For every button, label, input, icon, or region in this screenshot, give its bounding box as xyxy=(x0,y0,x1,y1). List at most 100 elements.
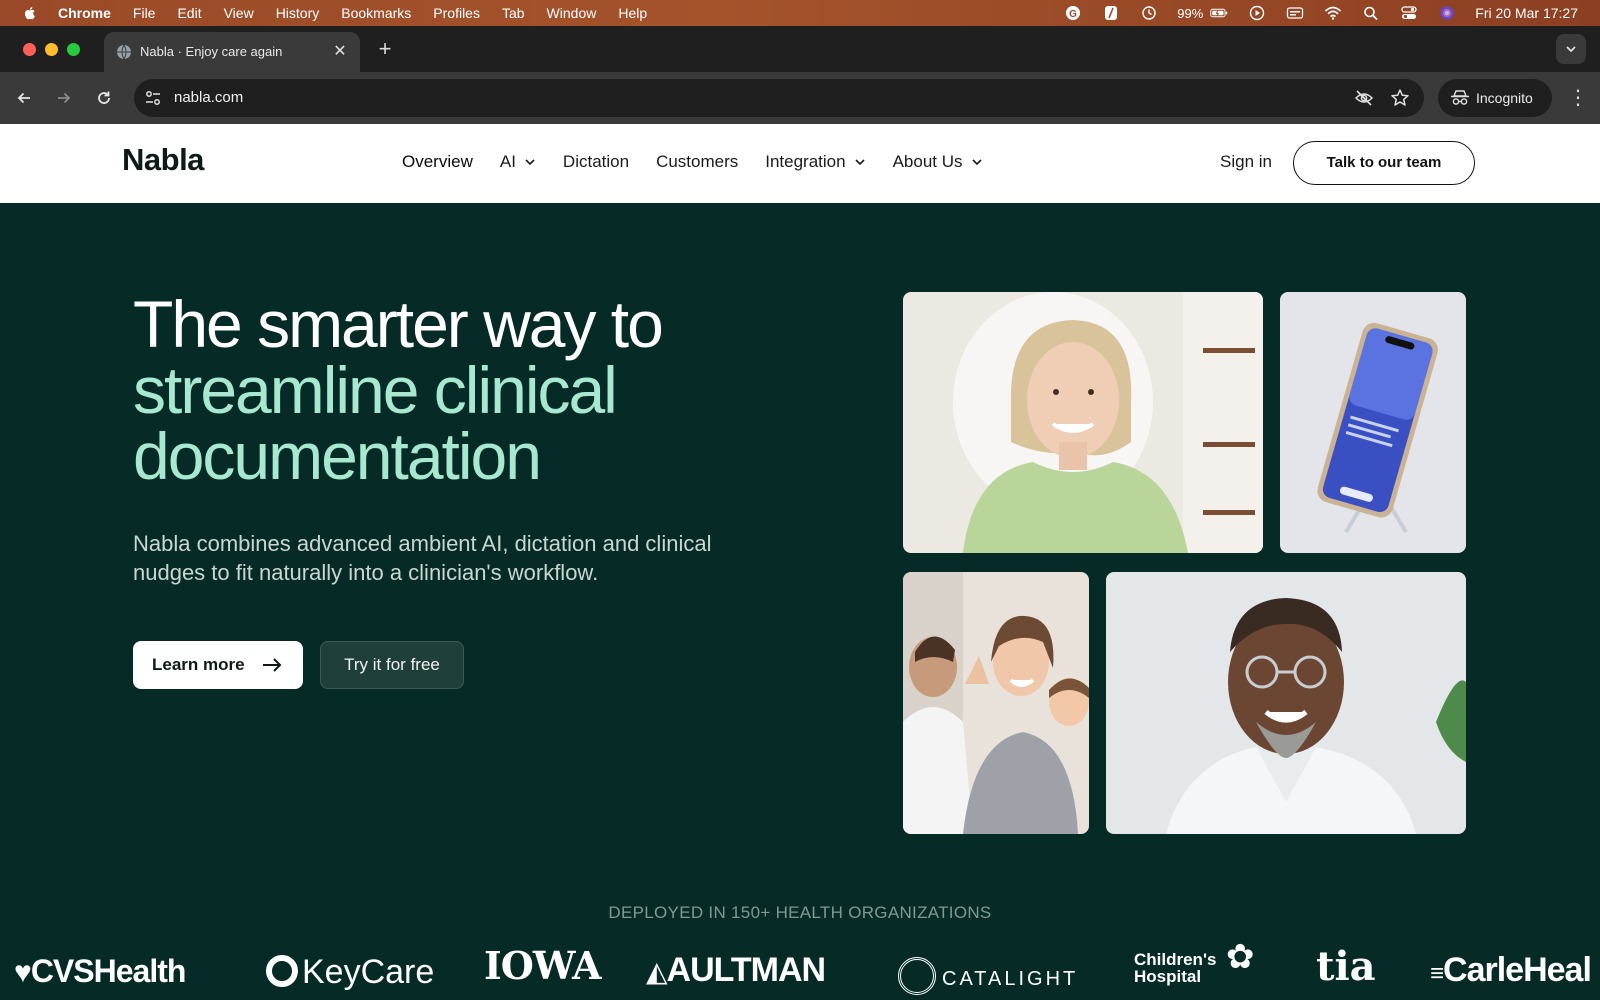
feather-app-icon[interactable] xyxy=(1101,4,1121,22)
sign-in-link[interactable]: Sign in xyxy=(1220,152,1272,172)
hero-subheadline: Nabla combines advanced ambient AI, dict… xyxy=(133,531,712,585)
nav-about[interactable]: About Us xyxy=(893,152,983,172)
nabla-logo[interactable]: Nabla xyxy=(122,142,204,178)
nav-customers-label: Customers xyxy=(656,152,739,171)
menu-help[interactable]: Help xyxy=(618,5,647,21)
new-tab-button[interactable]: + xyxy=(374,38,396,60)
menubar-clock[interactable]: Fri 20 Mar 17:27 xyxy=(1475,5,1578,21)
childrens-logo-line-1: Children's xyxy=(1134,950,1217,969)
talk-to-team-button[interactable]: Talk to our team xyxy=(1293,141,1475,185)
aultman-logo-text: AULTMAN xyxy=(666,951,827,989)
heart-icon: ♥ xyxy=(14,956,32,989)
iowa-logo: IOWA xyxy=(484,943,602,988)
grammarly-icon[interactable]: G xyxy=(1063,4,1083,22)
nav-customers[interactable]: Customers xyxy=(656,152,738,172)
media-play-icon[interactable] xyxy=(1247,4,1267,22)
nav-ai[interactable]: AI xyxy=(500,152,536,172)
arrow-left-icon xyxy=(17,92,30,104)
browser-tab-strip: Nabla · Enjoy care again ✕ + xyxy=(0,26,1600,72)
photo-family-high-five xyxy=(903,572,1089,834)
tab-title: Nabla · Enjoy care again xyxy=(140,44,283,59)
browser-tab-active[interactable]: Nabla · Enjoy care again ✕ xyxy=(104,32,360,72)
try-for-free-button[interactable]: Try it for free xyxy=(320,641,464,689)
carle-health-logo-text: CarleHeal xyxy=(1443,951,1592,989)
menu-file[interactable]: File xyxy=(133,5,156,21)
chevron-down-icon xyxy=(971,159,982,166)
forward-button[interactable] xyxy=(52,86,76,110)
reload-icon xyxy=(98,91,110,104)
childrens-logo-line-2: Hospital xyxy=(1134,967,1202,986)
carle-health-logo: ≡CarleHeal xyxy=(1430,951,1592,990)
menubar-status-area: G 99% Fri 20 Mar 17:27 xyxy=(1045,0,1600,26)
time-machine-icon[interactable] xyxy=(1139,4,1159,22)
catalight-logo-text: CATALIGHT xyxy=(942,968,1079,990)
nav-about-label: About Us xyxy=(892,152,963,171)
battery-icon[interactable] xyxy=(1209,4,1229,22)
window-minimize-button[interactable] xyxy=(45,43,58,56)
address-bar[interactable]: nabla.com xyxy=(134,79,1424,117)
chevron-down-icon xyxy=(525,159,535,166)
reload-button[interactable] xyxy=(92,86,116,110)
nav-dictation-label: Dictation xyxy=(562,152,630,171)
aultman-logo: ◭AULTMAN xyxy=(646,951,827,990)
site-info-icon[interactable] xyxy=(144,89,162,107)
nav-dictation[interactable]: Dictation xyxy=(563,152,629,172)
menu-tab[interactable]: Tab xyxy=(502,5,525,21)
chevron-down-icon xyxy=(1566,46,1576,53)
catalight-logo: CATALIGHT xyxy=(898,957,1078,995)
menu-view[interactable]: View xyxy=(224,5,254,21)
photo-phone-on-stand xyxy=(1280,292,1466,553)
eye-off-icon[interactable] xyxy=(1354,88,1374,108)
incognito-label: Incognito xyxy=(1476,90,1533,106)
menu-app-name[interactable]: Chrome xyxy=(58,5,111,21)
cvs-health-logo: ♥CVSHealth xyxy=(14,953,187,990)
window-zoom-button[interactable] xyxy=(67,43,80,56)
aultman-mark-icon: ◭ xyxy=(646,956,668,987)
nav-overview[interactable]: Overview xyxy=(402,152,473,172)
flower-icon: ✿ xyxy=(1226,943,1255,976)
chrome-menu-icon[interactable]: ⋮ xyxy=(1568,86,1588,110)
customer-logo-strip: ♥CVSHealth KeyCare IOWA ◭AULTMAN CATALIG… xyxy=(0,943,1600,1000)
learn-more-label: Learn more xyxy=(152,655,245,674)
back-button[interactable] xyxy=(12,86,36,110)
control-center-icon[interactable] xyxy=(1399,4,1419,22)
main-nav: Overview AI Dictation Customers Integrat… xyxy=(402,152,1010,172)
globe-favicon-icon xyxy=(117,44,131,60)
cvs-health-logo-text: CVSHealth xyxy=(30,953,187,989)
menu-bookmarks[interactable]: Bookmarks xyxy=(341,5,411,21)
tab-search-button[interactable] xyxy=(1556,34,1586,64)
headline-line-2: streamline clinical xyxy=(133,353,618,427)
photo-smiling-woman xyxy=(903,292,1263,553)
chevron-down-icon xyxy=(855,159,865,166)
siri-icon[interactable] xyxy=(1437,4,1457,22)
arrow-right-icon xyxy=(263,658,282,672)
tab-close-icon[interactable]: ✕ xyxy=(330,42,350,62)
window-close-button[interactable] xyxy=(23,43,36,56)
learn-more-button[interactable]: Learn more xyxy=(133,641,303,689)
childrens-hospital-logo: Children's Hospital ✿ xyxy=(1134,943,1255,986)
keyboard-input-icon[interactable] xyxy=(1285,4,1305,22)
menu-profiles[interactable]: Profiles xyxy=(433,5,480,21)
hero-section: The smarter way to streamline clinical d… xyxy=(0,203,1600,1000)
nav-integration-label: Integration xyxy=(765,152,846,171)
apple-menu-icon[interactable] xyxy=(22,5,38,21)
keycare-logo-text: KeyCare xyxy=(302,953,435,991)
menu-window[interactable]: Window xyxy=(547,5,597,21)
incognito-profile-button[interactable]: Incognito xyxy=(1438,79,1552,117)
browser-toolbar: nabla.com Incognito ⋮ xyxy=(0,72,1600,124)
wifi-icon[interactable] xyxy=(1323,4,1343,22)
spotlight-search-icon[interactable] xyxy=(1361,4,1381,22)
nav-ai-label: AI xyxy=(499,152,516,171)
carle-stripes-icon: ≡ xyxy=(1430,960,1444,987)
menu-history[interactable]: History xyxy=(276,5,320,21)
incognito-icon xyxy=(1451,90,1469,105)
menu-edit[interactable]: Edit xyxy=(177,5,201,21)
catalight-rings-icon xyxy=(898,957,936,995)
nav-integration[interactable]: Integration xyxy=(765,152,865,172)
url-text[interactable]: nabla.com xyxy=(174,89,243,106)
bookmark-star-icon[interactable] xyxy=(1390,88,1410,108)
headline-line-1: The smarter way to xyxy=(133,287,664,361)
key-circle-icon xyxy=(266,955,298,987)
photo-smiling-doctor xyxy=(1106,572,1466,834)
svg-text:G: G xyxy=(1069,9,1077,20)
